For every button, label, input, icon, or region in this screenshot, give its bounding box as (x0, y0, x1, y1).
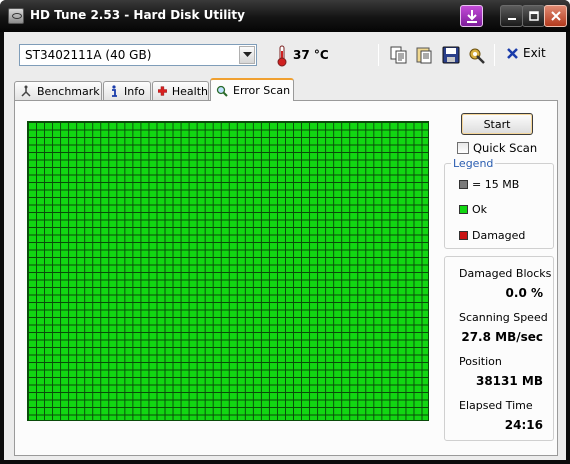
close-button[interactable] (544, 5, 567, 27)
quick-scan-label: Quick Scan (473, 141, 538, 155)
legend-label: Ok (472, 203, 488, 216)
app-icon (8, 8, 24, 24)
scan-statistics: Damaged Blocks 0.0 % Scanning Speed 27.8… (444, 256, 554, 441)
tab-error-scan[interactable]: Error Scan (210, 78, 294, 101)
download-arrow-button[interactable] (460, 5, 483, 27)
elapsed-time-label: Elapsed Time (459, 399, 533, 412)
legend-label: Damaged (472, 229, 526, 242)
legend-item-damaged: Damaged (459, 229, 525, 242)
legend-item-block-size: = 15 MB (459, 178, 519, 191)
tab-health[interactable]: Health (152, 81, 209, 100)
minimize-button[interactable] (500, 5, 523, 27)
toolbar-separator (378, 44, 379, 66)
position-value: 38131 MB (475, 374, 543, 388)
drive-select-value: ST3402111A (40 GB) (25, 48, 152, 62)
download-arrow-icon (466, 10, 477, 23)
title-bar[interactable]: HD Tune 2.53 - Hard Disk Utility (0, 0, 570, 32)
legend-swatch (459, 180, 468, 189)
toolbar-separator (494, 44, 495, 66)
tab-info[interactable]: Info (103, 81, 151, 100)
tab-label: Info (124, 84, 145, 98)
error-scan-panel: Start Quick Scan Legend = 15 MB Ok Damag… (14, 100, 558, 456)
client-area: ST3402111A (40 GB) 37 °C Exit Benchmark … (4, 32, 566, 460)
thermometer-icon (277, 45, 287, 67)
tab-label: Benchmark (37, 84, 100, 98)
legend-group: Legend = 15 MB Ok Damaged (444, 157, 554, 249)
drive-select[interactable]: ST3402111A (40 GB) (19, 44, 257, 66)
start-button[interactable]: Start (461, 113, 533, 135)
legend-swatch (459, 231, 468, 240)
window-title: HD Tune 2.53 - Hard Disk Utility (30, 8, 245, 22)
app-window: HD Tune 2.53 - Hard Disk Utility ST34021… (0, 0, 570, 464)
close-x-icon (507, 47, 518, 59)
maximize-button[interactable] (522, 5, 545, 27)
scanning-speed-label: Scanning Speed (459, 311, 548, 324)
scanning-speed-value: 27.8 MB/sec (461, 330, 543, 344)
quick-scan-checkbox[interactable] (457, 142, 469, 154)
minimize-icon (507, 18, 516, 20)
info-icon (112, 84, 117, 97)
magnifier-icon (216, 85, 228, 97)
legend-title: Legend (451, 157, 496, 170)
position-label: Position (459, 355, 502, 368)
elapsed-time-value: 24:16 (504, 418, 543, 432)
copy-info-icon[interactable] (390, 46, 408, 64)
damaged-blocks-value: 0.0 % (505, 286, 543, 300)
damaged-blocks-label: Damaged Blocks (459, 267, 552, 280)
scan-block-map (27, 121, 429, 421)
legend-label: = 15 MB (472, 178, 520, 191)
chevron-down-icon[interactable] (239, 46, 255, 64)
health-cross-icon (158, 86, 167, 96)
tab-benchmark[interactable]: Benchmark (14, 81, 102, 100)
temperature-readout: 37 °C (293, 48, 329, 62)
exit-label: Exit (523, 46, 546, 60)
copy-to-clipboard-icon[interactable] (415, 46, 433, 64)
close-icon (550, 11, 561, 21)
exit-button[interactable]: Exit (506, 46, 546, 60)
benchmark-icon (21, 85, 31, 97)
quick-scan-option[interactable]: Quick Scan (457, 141, 537, 155)
maximize-icon (528, 11, 539, 21)
legend-swatch (459, 205, 468, 214)
save-icon[interactable] (442, 46, 460, 64)
tab-label: Error Scan (233, 84, 291, 97)
tab-label: Health (171, 84, 208, 98)
options-tools-icon[interactable] (468, 46, 486, 64)
legend-item-ok: Ok (459, 203, 487, 216)
